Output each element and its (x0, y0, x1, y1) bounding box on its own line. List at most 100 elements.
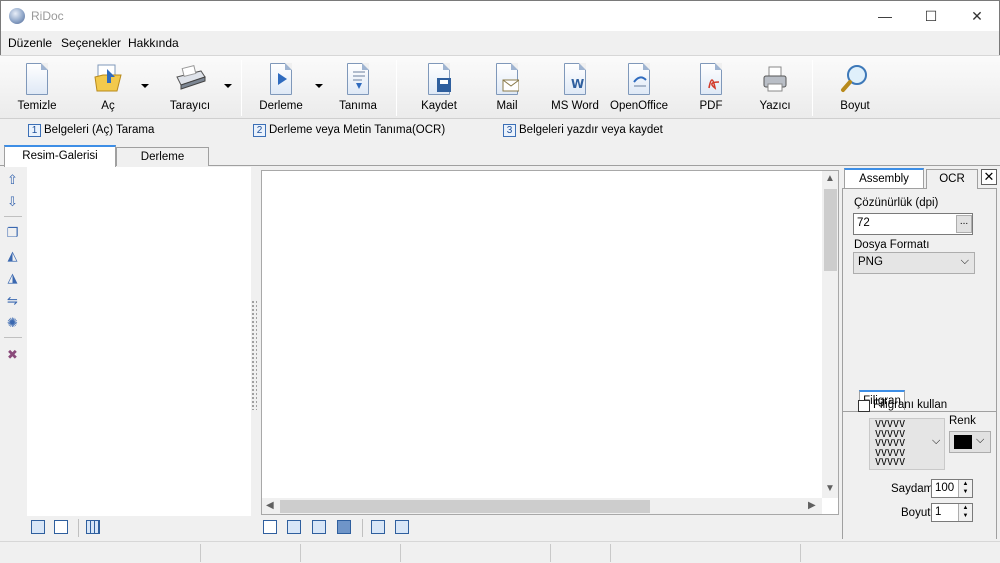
increase-icon[interactable]: ▲ (959, 504, 972, 512)
resolution-input[interactable]: 72 (853, 213, 973, 235)
scanner-button[interactable]: Tarayıcı (160, 59, 220, 117)
splitter-handle[interactable] (251, 300, 257, 410)
mail-button[interactable]: Mail (480, 59, 534, 117)
vertical-scroll-thumb[interactable] (824, 189, 837, 271)
file-format-label: Dosya Formatı (854, 239, 930, 251)
open-dropdown-arrow[interactable] (141, 84, 149, 88)
file-format-select[interactable]: PNG ⌵ (853, 252, 975, 274)
rotate-right-icon[interactable]: ◮ (5, 270, 20, 285)
image-gallery-list[interactable] (27, 167, 251, 516)
tab-image-gallery[interactable]: Resim-Galerisi (4, 145, 116, 167)
duplicate-icon[interactable]: ❐ (5, 225, 20, 240)
status-divider (550, 544, 551, 562)
color-swatch (954, 435, 972, 449)
magnifier-icon (840, 63, 870, 95)
clear-button[interactable]: Temizle (10, 59, 64, 117)
rotate-left-icon[interactable]: ◭ (5, 248, 20, 263)
watermark-pattern-select[interactable]: VVVVV VVVVV VVVVV VVVVV VVVVV ⌵ (869, 418, 945, 470)
settings-tabs: Assembly OCR ✕ (842, 167, 997, 189)
vertical-scrollbar[interactable]: ▲ ▼ (822, 171, 838, 498)
grid-view-icon[interactable] (86, 520, 100, 534)
fit-width-icon[interactable] (287, 520, 301, 534)
ms-word-button[interactable]: W MS Word (546, 59, 604, 117)
settings-panel: Assembly OCR ✕ Çözünürlük (dpi) 72 ... D… (842, 167, 997, 539)
tab-ocr[interactable]: OCR (926, 169, 978, 189)
chevron-down-icon: ⌵ (976, 434, 985, 446)
horizontal-scroll-thumb[interactable] (280, 500, 650, 513)
delete-icon[interactable]: ✖ (5, 347, 20, 362)
ms-word-label: MS Word (551, 100, 599, 112)
save-label: Kaydet (421, 100, 457, 112)
panel-close-button[interactable]: ✕ (981, 169, 997, 185)
maximize-button[interactable]: ☐ (908, 1, 954, 31)
toolbar-divider (812, 60, 813, 116)
chevron-down-icon: ⌵ (960, 255, 969, 267)
zoom-out-icon[interactable] (395, 520, 409, 534)
menu-duzenle[interactable]: Düzenle (8, 36, 52, 50)
step-2[interactable]: 2 Derleme veya Metin Tanıma(OCR) (253, 124, 445, 137)
opacity-spinner[interactable]: 100 ▲ ▼ (931, 479, 973, 498)
opacity-stepper[interactable]: ▲ ▼ (958, 480, 972, 497)
open-folder-icon (93, 63, 123, 95)
select-all-icon[interactable] (31, 520, 45, 534)
mail-label: Mail (496, 100, 518, 112)
window-title: RiDoc (31, 9, 64, 23)
openoffice-button[interactable]: OpenOffice (606, 59, 672, 117)
move-down-icon[interactable]: ⇩ (5, 194, 20, 209)
preview-area[interactable]: ▲ ▼ ◀ ▶ (261, 170, 839, 515)
actual-size-icon[interactable] (337, 520, 351, 534)
move-up-icon[interactable]: ⇧ (5, 172, 20, 187)
printer-label: Yazıcı (759, 100, 791, 112)
recognize-button[interactable]: Tanıma (333, 59, 383, 117)
chevron-down-icon: ⌵ (932, 435, 941, 447)
fit-page-icon[interactable] (263, 520, 277, 534)
use-watermark-label: Filigranı kullan (873, 399, 948, 411)
use-watermark-checkbox[interactable] (858, 400, 870, 412)
pdf-icon (700, 63, 722, 95)
status-divider (200, 544, 201, 562)
step-1[interactable]: 1 Belgeleri (Aç) Tarama (28, 124, 154, 137)
scroll-left-icon[interactable]: ◀ (266, 500, 274, 511)
brightness-icon[interactable]: ✺ (5, 315, 20, 330)
minimize-button[interactable]: — (862, 1, 908, 31)
pdf-button[interactable]: PDF (684, 59, 738, 117)
status-divider (610, 544, 611, 562)
document-tabs: Resim-Galerisi Derleme (0, 143, 1000, 167)
compile-dropdown-arrow[interactable] (315, 84, 323, 88)
zoom-in-icon[interactable] (371, 520, 385, 534)
open-button[interactable]: Aç (82, 59, 134, 117)
tab-assembly[interactable]: Assembly (844, 168, 924, 188)
flip-icon[interactable]: ⇋ (5, 293, 20, 308)
tab-compile[interactable]: Derleme (116, 147, 209, 166)
color-picker[interactable]: ⌵ (949, 431, 991, 453)
printer-button[interactable]: Yazıcı (748, 59, 802, 117)
mail-icon (496, 63, 519, 95)
opacity-value: 100 (935, 482, 955, 494)
step-3[interactable]: 3 Belgeleri yazdır veya kaydet (503, 124, 663, 137)
decrease-icon[interactable]: ▼ (959, 488, 972, 496)
compile-label: Derleme (259, 100, 303, 112)
zoom-button[interactable]: Boyut (828, 59, 882, 117)
recognize-label: Tanıma (339, 100, 377, 112)
toolbar-divider (396, 60, 397, 116)
fit-height-icon[interactable] (312, 520, 326, 534)
svg-text:W: W (571, 77, 584, 91)
save-button[interactable]: Kaydet (412, 59, 466, 117)
bottom-divider (362, 519, 363, 537)
menu-hakkinda[interactable]: Hakkında (128, 36, 179, 50)
status-divider (300, 544, 301, 562)
blank-page-icon (26, 63, 48, 95)
resolution-browse-button[interactable]: ... (956, 215, 972, 233)
horizontal-scrollbar[interactable]: ◀ ▶ (262, 498, 822, 514)
menu-secenekler[interactable]: Seçenekler (61, 36, 121, 50)
openoffice-icon (628, 63, 650, 95)
close-button[interactable]: ✕ (954, 1, 1000, 31)
increase-icon[interactable]: ▲ (959, 480, 972, 488)
scroll-up-icon[interactable]: ▲ (825, 173, 835, 184)
strip-divider (4, 337, 22, 338)
compile-button[interactable]: Derleme (252, 59, 310, 117)
scroll-down-icon[interactable]: ▼ (825, 483, 835, 494)
deselect-all-icon[interactable] (54, 520, 68, 534)
scroll-right-icon[interactable]: ▶ (808, 500, 816, 511)
scanner-dropdown-arrow[interactable] (224, 84, 232, 88)
